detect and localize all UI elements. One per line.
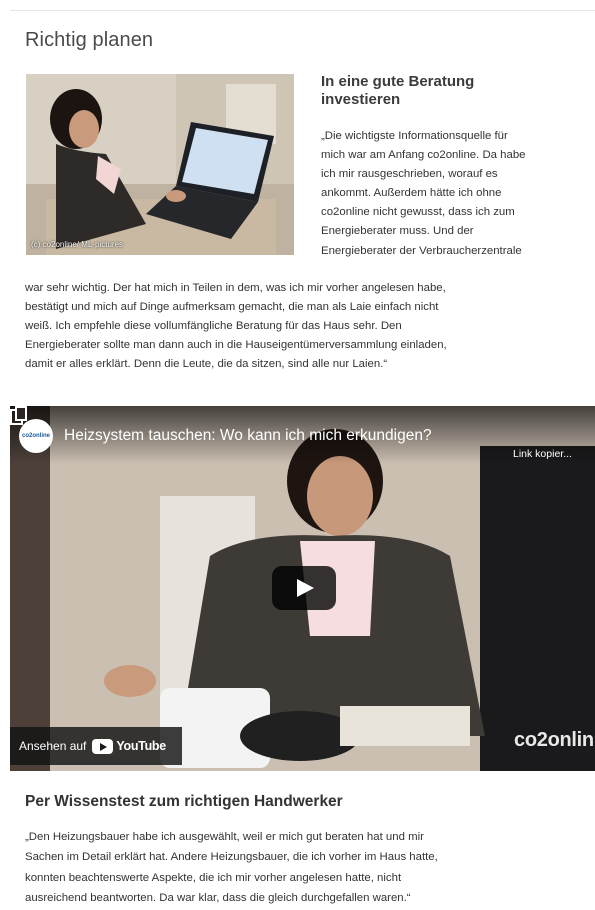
article-photo: (c) co2online/ ML-pictures xyxy=(26,74,294,255)
quote-line: war sehr wichtig. Der hat mich in Teilen… xyxy=(25,282,446,294)
quote-line: konnten beachtenswerte Aspekte, die ich … xyxy=(25,871,402,884)
quote-text-right: „Die wichtigste Informationsquelle für m… xyxy=(321,127,591,261)
content-card: Richtig planen (c) co2online/ ML-picture… xyxy=(10,10,595,910)
quote-line: damit er alles erklärt. Denn die Leute, … xyxy=(25,358,388,371)
channel-avatar-label: co2online xyxy=(21,433,50,439)
video-title[interactable]: Heizsystem tauschen: Wo kann ich mich er… xyxy=(64,427,432,445)
quote-line: Energieberater muss. Und der xyxy=(321,225,474,238)
video-watermark: co2onlin xyxy=(514,729,594,751)
photo-illustration xyxy=(26,74,294,255)
quote-line: „Den Heizungsbauer habe ich ausgewählt, … xyxy=(25,831,424,843)
photo-credit: (c) co2online/ ML-pictures xyxy=(31,240,124,249)
quote-line: Sachen im Detail erklärt hat. Andere Hei… xyxy=(25,851,438,864)
quote-line: bestätigt und mich auf Dinge aufmerksam … xyxy=(25,301,439,314)
play-button[interactable] xyxy=(272,566,336,610)
article-heading-line: In eine gute Beratung xyxy=(321,73,475,90)
youtube-wordmark: YouTube xyxy=(116,739,166,753)
quote-line: ausreichend beantworten. Da war klar, da… xyxy=(25,892,411,905)
article-heading: In eine gute Beratung investieren xyxy=(321,73,581,109)
copy-link-label[interactable]: Link kopier... xyxy=(513,448,572,460)
watch-on-label: Ansehen auf xyxy=(19,739,87,753)
youtube-logo-icon: YouTube xyxy=(92,738,166,754)
quote-line: ankommt. Außerdem hätte ich ohne xyxy=(321,187,502,200)
youtube-play-mark-icon xyxy=(92,738,114,754)
quote-line: Energieberater der Verbraucherzentrale xyxy=(321,244,522,257)
quote-line: co2online nicht gewusst, dass ich zum xyxy=(321,206,515,219)
article-heading-line: investieren xyxy=(321,91,401,108)
quote-line: mich war am Anfang co2online. Da habe xyxy=(321,149,526,162)
quote-line: Energieberater sollte man dann auch in d… xyxy=(25,339,447,352)
video-player[interactable]: co2online Heizsystem tauschen: Wo kann i… xyxy=(10,406,595,771)
section-title: Richtig planen xyxy=(25,29,154,51)
quote-line: ich mir rausgeschrieben, worauf es xyxy=(321,168,498,181)
watch-on-youtube-button[interactable]: Ansehen auf YouTube xyxy=(10,727,182,765)
quote-line: weiß. Ich empfehle diese vollumfängliche… xyxy=(25,320,402,333)
quote-text-full: war sehr wichtig. Der hat mich in Teilen… xyxy=(25,279,587,374)
quote-text-2: „Den Heizungsbauer habe ich ausgewählt, … xyxy=(25,827,587,909)
quote-line: „Die wichtigste Informationsquelle für xyxy=(321,130,508,142)
section-heading: Per Wissenstest zum richtigen Handwerker xyxy=(25,793,343,810)
copy-icon[interactable] xyxy=(10,406,28,426)
